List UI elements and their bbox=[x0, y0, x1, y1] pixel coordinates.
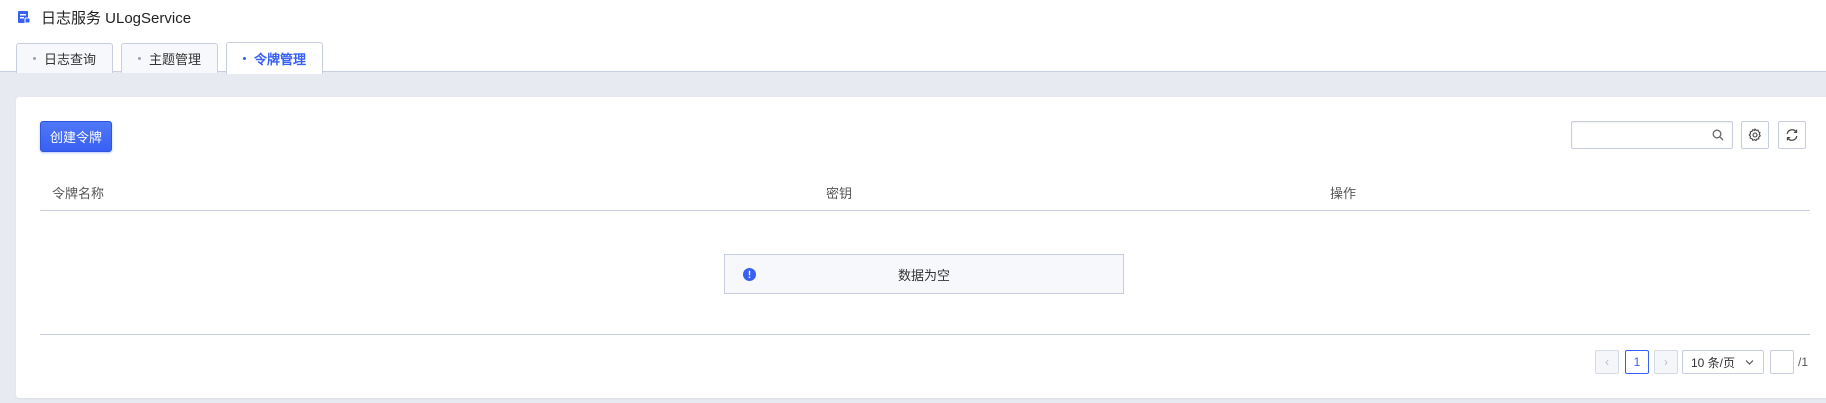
search-input[interactable] bbox=[1572, 122, 1702, 148]
tab-dot-icon bbox=[138, 57, 142, 60]
tab-topic-management[interactable]: 主题管理 bbox=[121, 43, 219, 73]
tab-log-query[interactable]: 日志查询 bbox=[16, 43, 114, 73]
column-header-actions: 操作 bbox=[1330, 186, 1357, 201]
tab-bar: 日志查询 主题管理 令牌管理 bbox=[16, 41, 324, 74]
chevron-down-icon bbox=[1745, 360, 1754, 365]
tab-dot-icon bbox=[33, 57, 36, 60]
tab-dot-icon bbox=[243, 57, 247, 60]
current-page-button[interactable]: 1 bbox=[1625, 350, 1649, 374]
page-size-select[interactable]: 10 条/页 bbox=[1682, 350, 1764, 374]
empty-state: 数据为空 bbox=[724, 254, 1124, 294]
tab-label: 日志查询 bbox=[44, 52, 97, 67]
page-size-value: 10 条/页 bbox=[1691, 355, 1736, 370]
page-jump-input[interactable] bbox=[1770, 350, 1794, 374]
page-total: /1 bbox=[1798, 355, 1809, 369]
column-header-secret-key: 密钥 bbox=[826, 186, 853, 201]
next-page-button[interactable]: › bbox=[1654, 350, 1678, 374]
column-header-token-name: 令牌名称 bbox=[52, 186, 105, 201]
app-title: 日志服务 ULogService bbox=[41, 9, 192, 27]
gear-icon bbox=[1748, 128, 1761, 142]
search-icon[interactable] bbox=[1712, 129, 1724, 141]
settings-button[interactable] bbox=[1741, 121, 1769, 149]
tab-label: 令牌管理 bbox=[254, 52, 307, 67]
table-header: 令牌名称 密钥 操作 bbox=[40, 177, 1810, 211]
divider bbox=[40, 334, 1810, 335]
empty-state-text: 数据为空 bbox=[897, 267, 950, 283]
prev-page-button[interactable]: ‹ bbox=[1595, 350, 1619, 374]
top-bar: 日志服务 ULogService 日志查询 主题管理 令牌管理 bbox=[0, 0, 1826, 74]
tab-token-management[interactable]: 令牌管理 bbox=[226, 42, 324, 74]
refresh-button[interactable] bbox=[1778, 121, 1806, 149]
tab-label: 主题管理 bbox=[149, 52, 202, 67]
token-panel: 创建令牌 令牌名称 密钥 操作 数据为空 ‹ 1 › 10 条/页 /1 bbox=[16, 97, 1826, 398]
refresh-icon bbox=[1786, 129, 1798, 141]
log-service-icon bbox=[18, 11, 31, 24]
info-icon bbox=[743, 268, 756, 281]
app-header: 日志服务 ULogService bbox=[17, 7, 191, 27]
search-box bbox=[1571, 121, 1733, 149]
create-token-button[interactable]: 创建令牌 bbox=[40, 121, 112, 152]
